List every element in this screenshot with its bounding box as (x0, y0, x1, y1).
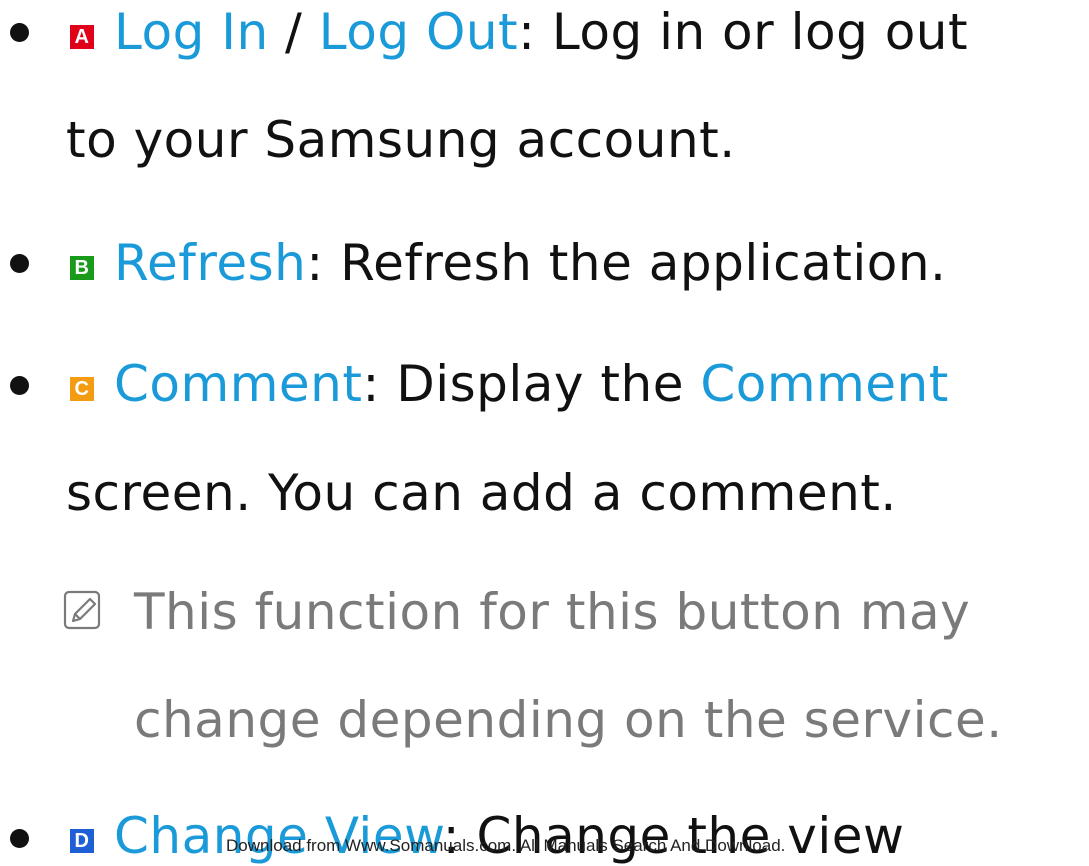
log-out-link: Log Out (318, 3, 519, 61)
log-in-link: Log In (114, 3, 269, 61)
item-b-line-1: B Refresh: Refresh the application. (70, 233, 946, 293)
comment-link: Comment (114, 355, 363, 413)
separator: / (268, 3, 319, 61)
item-a-line-1: A Log In / Log Out: Log in or log out (70, 2, 968, 62)
bullet (10, 829, 29, 848)
item-c-line-2: screen. You can add a comment. (66, 464, 897, 522)
item-c-description: : Display the (362, 355, 701, 413)
green-b-button-icon: B (70, 256, 94, 280)
refresh-link: Refresh (114, 234, 307, 292)
bullet (10, 23, 29, 42)
manual-page: A Log In / Log Out: Log in or log out to … (0, 0, 1089, 865)
item-b-description: : Refresh the application. (306, 234, 947, 292)
yellow-c-button-icon: C (70, 377, 94, 401)
item-c-line-1: C Comment: Display the Comment (70, 354, 949, 414)
bullet (10, 254, 29, 273)
blue-d-button-icon: D (70, 829, 94, 853)
item-a-line-2: to your Samsung account. (66, 111, 736, 169)
item-a-description: : Log in or log out (518, 3, 969, 61)
download-watermark: Download from Www.Somanuals.com. All Man… (226, 836, 786, 855)
note-pencil-icon (63, 590, 101, 630)
note-line-2: change depending on the service. (134, 691, 1003, 749)
note-line-1: This function for this button may (134, 583, 971, 641)
bullet (10, 376, 29, 395)
comment-screen-link: Comment (700, 355, 949, 413)
red-a-button-icon: A (70, 25, 94, 49)
